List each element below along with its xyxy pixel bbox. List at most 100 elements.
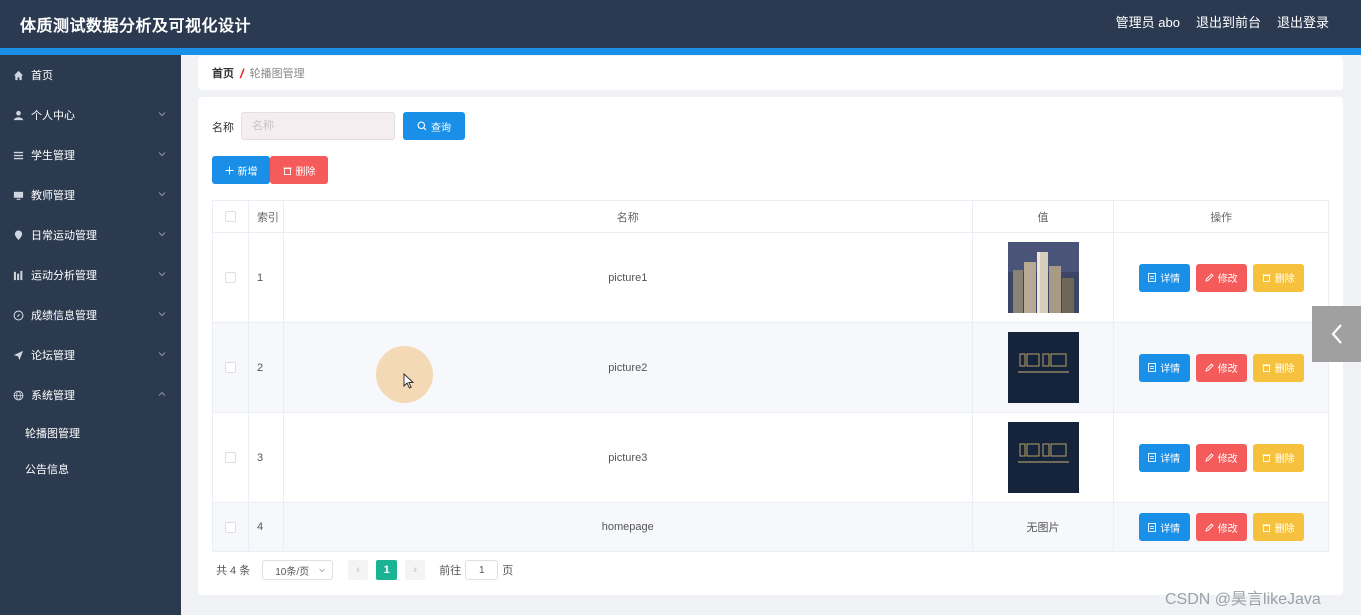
row-name: homepage [284, 503, 973, 551]
sidebar-item-system[interactable]: 系统管理 [0, 375, 181, 415]
delete-button-label: 删除 [1274, 364, 1295, 375]
admin-user-label[interactable]: 管理员 abo [1116, 12, 1180, 31]
document-icon [1148, 453, 1157, 462]
sidebar-item-scores[interactable]: 成绩信息管理 [0, 295, 181, 335]
user-icon [13, 110, 24, 120]
prev-page-button[interactable]: ‹ [348, 560, 369, 580]
breadcrumb-home[interactable]: 首页 [212, 65, 234, 81]
detail-button-label: 详情 [1160, 523, 1181, 535]
delete-button[interactable]: 删除 [1252, 513, 1304, 541]
row-check-cell [213, 323, 249, 412]
search-input[interactable] [241, 112, 395, 140]
sidebar-item-teachers[interactable]: 教师管理 [0, 175, 181, 215]
sidebar-item-daily-exercise[interactable]: 日常运动管理 [0, 215, 181, 255]
chart-icon [13, 270, 23, 280]
select-all-cell [213, 201, 249, 232]
row-checkbox[interactable] [224, 521, 236, 533]
document-icon [1148, 273, 1157, 282]
batch-delete-button-label: 删除 [295, 166, 316, 178]
detail-button-label: 详情 [1160, 454, 1181, 465]
row-check-cell [213, 233, 249, 322]
row-value-cell [973, 233, 1115, 322]
row-check-cell [213, 503, 249, 551]
breadcrumb-current: 轮播图管理 [249, 68, 305, 80]
sidebar-item-label: 学生管理 [31, 150, 75, 162]
sidebar-item-students[interactable]: 学生管理 [0, 135, 181, 175]
table-row: 1 picture1 详情 修改 删除 [213, 233, 1328, 323]
pencil-icon [1205, 453, 1214, 462]
chevron-down-icon [158, 112, 166, 117]
app-title: 体质测试数据分析及可视化设计 [20, 18, 252, 35]
trash-icon [283, 167, 291, 175]
row-checkbox[interactable] [224, 362, 236, 373]
sidebar-item-label: 成绩信息管理 [31, 310, 97, 322]
sidebar-item-label: 日常运动管理 [31, 230, 97, 242]
detail-button[interactable]: 详情 [1138, 513, 1190, 541]
sidebar-item-label: 系统管理 [31, 390, 75, 402]
edit-button-label: 修改 [1217, 454, 1238, 465]
sidebar-item-label: 首页 [31, 70, 53, 82]
header-actions: 管理员 abo 退出到前台 退出登录 [1116, 12, 1329, 31]
page-size-value: 10条/页 [275, 566, 310, 578]
edit-button[interactable]: 修改 [1195, 353, 1247, 382]
sidebar-subitem-label: 公告信息 [25, 464, 69, 476]
sidebar-item-exercise-analysis[interactable]: 运动分析管理 [0, 255, 181, 295]
logout-link[interactable]: 退出登录 [1277, 12, 1329, 31]
select-all-checkbox[interactable] [224, 211, 236, 222]
delete-button[interactable]: 删除 [1252, 263, 1304, 292]
sidebar-item-label: 个人中心 [31, 110, 75, 122]
add-button[interactable]: 新增 [212, 156, 270, 184]
edit-button[interactable]: 修改 [1195, 443, 1247, 472]
send-icon [13, 350, 24, 360]
exit-to-front-link[interactable]: 退出到前台 [1196, 12, 1261, 31]
thumbnail-architecture[interactable] [1007, 242, 1079, 313]
add-button-label: 新增 [237, 166, 258, 178]
delete-button[interactable]: 删除 [1252, 443, 1304, 472]
chevron-left-icon [1331, 324, 1342, 344]
edit-button-label: 修改 [1217, 364, 1238, 375]
thumbnail-dark-logo[interactable] [1007, 422, 1079, 493]
edit-button[interactable]: 修改 [1195, 263, 1247, 292]
search-button[interactable]: 查询 [403, 112, 465, 140]
row-ops: 详情 修改 删除 [1114, 233, 1328, 322]
table-row: 4 homepage 无图片 详情 修改 删除 [213, 503, 1328, 551]
chevron-down-icon [158, 232, 166, 237]
goto-page-input[interactable]: 1 [465, 560, 499, 580]
main-content: 名称 查询 新增 删除 索引 名称 值 操作 1 picture1 [198, 97, 1343, 595]
thumbnail-dark-logo[interactable] [1007, 332, 1079, 403]
breadcrumb-separator: / [240, 65, 244, 81]
monitor-icon [13, 191, 24, 200]
row-index: 4 [249, 503, 284, 551]
detail-button[interactable]: 详情 [1138, 263, 1190, 292]
detail-button[interactable]: 详情 [1138, 443, 1190, 472]
trash-icon [1262, 274, 1271, 282]
edit-button[interactable]: 修改 [1195, 513, 1247, 541]
sidebar-subitem-label: 轮播图管理 [25, 428, 80, 440]
row-ops: 详情 修改 删除 [1114, 413, 1328, 502]
mouse-cursor-icon [403, 373, 415, 389]
globe-icon [13, 390, 24, 400]
sidebar: 首页 个人中心 学生管理 教师管理 日常运动管理 运动分析管理 成绩信息管理 论… [0, 55, 181, 615]
chevron-down-icon [158, 312, 166, 317]
side-collapse-button[interactable] [1312, 306, 1361, 362]
row-checkbox[interactable] [224, 272, 236, 283]
header-name: 名称 [284, 201, 973, 232]
sidebar-item-forum[interactable]: 论坛管理 [0, 335, 181, 375]
header-ops: 操作 [1210, 211, 1233, 224]
header-index: 索引 [249, 201, 284, 232]
sidebar-subitem-announcements[interactable]: 公告信息 [0, 451, 181, 487]
detail-button[interactable]: 详情 [1138, 353, 1190, 382]
next-page-button[interactable]: › [405, 560, 426, 580]
delete-button[interactable]: 删除 [1252, 353, 1304, 382]
current-page[interactable]: 1 [376, 560, 398, 580]
page-size-select[interactable]: 10条/页 [262, 560, 334, 580]
batch-delete-button[interactable]: 删除 [270, 156, 328, 184]
delete-button-label: 删除 [1274, 454, 1295, 465]
sidebar-item-home[interactable]: 首页 [0, 55, 181, 95]
row-checkbox[interactable] [224, 452, 236, 463]
sidebar-item-personal[interactable]: 个人中心 [0, 95, 181, 135]
goto-prefix: 前往 [439, 565, 462, 577]
breadcrumb: 首页 / 轮播图管理 [198, 56, 1343, 90]
sidebar-item-label: 教师管理 [31, 190, 75, 202]
sidebar-subitem-carousel[interactable]: 轮播图管理 [0, 415, 181, 451]
